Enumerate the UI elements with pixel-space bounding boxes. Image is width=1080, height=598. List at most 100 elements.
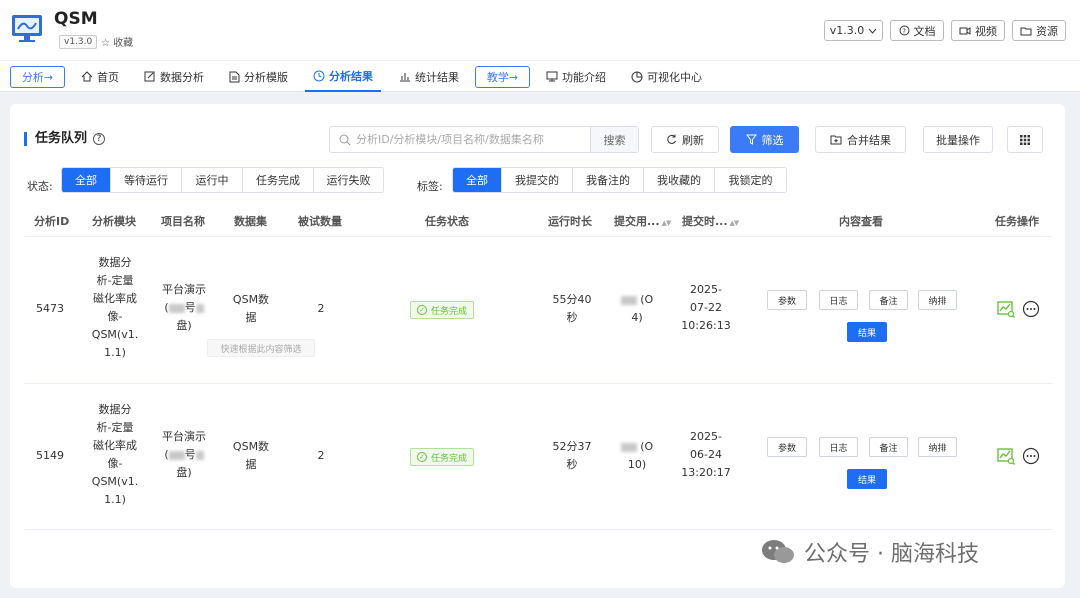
help-circle-icon: ? [899, 25, 909, 36]
cell-subjects: 2 [317, 302, 325, 315]
view-note-button[interactable]: 备注 [869, 437, 908, 457]
column-header-content: 内容查看 [839, 215, 883, 228]
bar-chart-icon [400, 73, 410, 82]
pie-chart-icon [631, 71, 643, 82]
view-params-button[interactable]: 参数 [767, 290, 807, 310]
analysis-arrow-button[interactable]: 分析→ [10, 66, 65, 88]
version-select[interactable]: v1.3.0 [824, 20, 883, 41]
favorite-link[interactable]: ☆ 收藏 [101, 34, 133, 49]
redacted-block [195, 303, 204, 313]
user-suffix: (O [640, 440, 654, 453]
search-input[interactable] [330, 127, 590, 152]
view-result-button[interactable]: 结果 [847, 322, 887, 342]
column-header-dataset: 数据集 [234, 215, 267, 228]
tag-option-all[interactable]: 全部 [453, 168, 502, 192]
nav-item-visualization[interactable]: 可视化中心 [631, 61, 702, 92]
view-params-button[interactable]: 参数 [767, 437, 807, 457]
resources-button[interactable]: 资源 [1012, 20, 1066, 41]
status-option-completed[interactable]: 任务完成 [243, 168, 314, 192]
cell-project[interactable]: 平台演示 (号 盘) [154, 281, 214, 335]
search-button[interactable]: 搜索 [590, 127, 638, 152]
cell-project[interactable]: 平台演示 (号 盘) [154, 428, 214, 482]
merge-results-button[interactable]: 合并结果 [815, 126, 906, 153]
merge-label: 合并结果 [847, 133, 891, 147]
video-button[interactable]: 视频 [951, 20, 1005, 41]
line: 2025- [690, 430, 722, 443]
sort-icon: ▲▼ [661, 219, 672, 227]
line: 数据分 [98, 403, 132, 416]
row-divider [24, 383, 1052, 384]
watermark: 公众号 · 脑海科技 [760, 536, 979, 568]
line-masked: (号 [154, 299, 214, 317]
docs-button[interactable]: ? 文档 [890, 20, 944, 41]
filter-label: 筛选 [761, 133, 784, 147]
redacted-block [168, 303, 185, 313]
more-options-icon[interactable] [1022, 300, 1040, 318]
view-log-button[interactable]: 日志 [819, 290, 858, 310]
nav-item-analysis-template[interactable]: 分析模版 [229, 61, 288, 92]
line: 盘) [176, 466, 192, 479]
view-include-button[interactable]: 纳排 [918, 437, 957, 457]
search-box: 搜索 [329, 126, 639, 153]
cell-submitter: (O 4) [613, 291, 661, 327]
status-badge: ✓ 任务完成 [410, 448, 475, 466]
chart-search-icon[interactable] [997, 447, 1015, 465]
view-result-button[interactable]: 结果 [847, 469, 887, 489]
tag-option-submitted[interactable]: 我提交的 [502, 168, 573, 192]
line: 盘) [176, 319, 192, 332]
more-options-icon[interactable] [1022, 447, 1040, 465]
home-icon [81, 71, 93, 82]
cell-id: 5149 [36, 449, 64, 462]
cell-dataset[interactable]: QSM数据 [222, 291, 280, 327]
column-header-actions: 任务操作 [995, 215, 1039, 228]
view-log-button[interactable]: 日志 [819, 437, 858, 457]
status-text: 任务完成 [431, 306, 468, 317]
nav-item-home[interactable]: 首页 [81, 61, 119, 92]
refresh-button[interactable]: 刷新 [651, 126, 719, 153]
nav-item-statistics[interactable]: 统计结果 [399, 61, 459, 92]
line: 据 [245, 311, 257, 324]
task-queue-card: 任务队列 ? 搜索 刷新 筛选 合并结果 批量操作 状态: 全部 等待运行 运行… [10, 104, 1065, 588]
search-icon [339, 134, 351, 146]
line: 析-定量 [96, 274, 134, 287]
quick-filter-tooltip: 快速根据此内容筛选 [207, 339, 315, 357]
batch-operations-button[interactable]: 批量操作 [923, 126, 993, 153]
nav-label: 分析模版 [244, 70, 288, 84]
teaching-arrow-button[interactable]: 教学→ [475, 66, 530, 88]
column-header-submit-time[interactable]: 提交时... ▲▼ [682, 213, 739, 229]
status-option-failed[interactable]: 运行失败 [314, 168, 383, 192]
chart-search-icon[interactable] [997, 300, 1015, 318]
line: 平台演示 [162, 430, 206, 443]
column-header-status: 任务状态 [425, 215, 469, 228]
app-name: QSM [54, 9, 98, 29]
line: 13:20:17 [681, 466, 731, 479]
status-option-running[interactable]: 运行中 [182, 168, 243, 192]
line: 07-22 [690, 301, 722, 314]
tag-option-noted[interactable]: 我备注的 [573, 168, 644, 192]
line: 像- [107, 310, 123, 323]
column-header-submitter[interactable]: 提交用... ▲▼ [614, 213, 672, 229]
cell-submit-time: 2025- 07-22 10:26:13 [674, 281, 738, 335]
view-note-button[interactable]: 备注 [869, 290, 908, 310]
tag-option-favorited[interactable]: 我收藏的 [644, 168, 715, 192]
tag-filter-group: 全部 我提交的 我备注的 我收藏的 我锁定的 [452, 167, 787, 193]
status-option-waiting[interactable]: 等待运行 [111, 168, 182, 192]
status-option-all[interactable]: 全部 [62, 168, 111, 192]
row-divider [24, 529, 1052, 530]
cell-dataset[interactable]: QSM数据 [222, 438, 280, 474]
cell-id: 5473 [36, 302, 64, 315]
cell-module: 数据分 析-定量 磁化率成 像- QSM(v1. 1.1) [80, 401, 150, 509]
view-include-button[interactable]: 纳排 [918, 290, 957, 310]
filter-button[interactable]: 筛选 [730, 126, 799, 153]
grid-view-button[interactable] [1007, 126, 1043, 153]
nav-item-data-analysis[interactable]: 数据分析 [144, 61, 204, 92]
svg-text:?: ? [902, 28, 906, 36]
nav-item-analysis-results[interactable]: 分析结果 [305, 61, 381, 92]
tag-option-locked[interactable]: 我锁定的 [715, 168, 786, 192]
line: 秒 [566, 311, 578, 324]
help-icon[interactable]: ? [93, 133, 106, 145]
refresh-icon [667, 134, 676, 144]
cell-duration: 52分37 秒 [542, 438, 602, 474]
nav-item-features[interactable]: 功能介绍 [546, 61, 606, 92]
folder-icon [1020, 27, 1032, 35]
